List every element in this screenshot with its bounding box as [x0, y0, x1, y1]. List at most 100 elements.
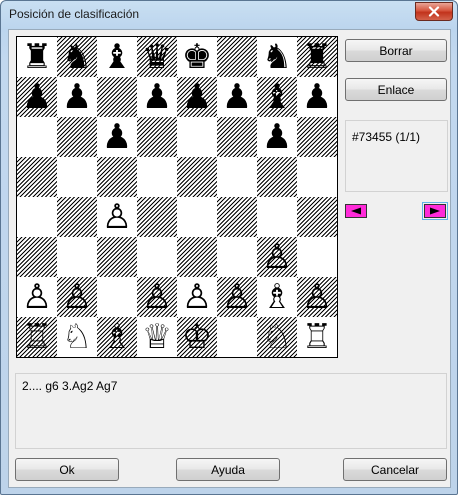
ok-button[interactable]: Ok — [15, 458, 119, 481]
white-king-icon[interactable]: ♔ — [177, 317, 217, 357]
square-g4[interactable] — [257, 197, 297, 237]
square-e8[interactable]: ♚ — [177, 37, 217, 77]
black-pawn-icon[interactable]: ♟ — [17, 77, 57, 117]
cancelar-button[interactable]: Cancelar — [343, 458, 447, 481]
chess-board[interactable]: ♜ ♞ ♝ ♛ ♚ ♞ ♜ ♟ ♟ ♟ ♟ ♟ ♝ ♟ ♟ ♟ ♙ ♙ ♙ ♙ ♙ ♙ ♙ ♗ ♙ ♖ ♘ ♗ ♕ ♔ ♘ ♖ — [16, 36, 338, 358]
borrar-button[interactable]: Borrar — [345, 39, 447, 62]
square-d1[interactable]: ♕ — [137, 317, 177, 357]
square-g6[interactable]: ♟ — [257, 117, 297, 157]
square-g8[interactable]: ♞ — [257, 37, 297, 77]
square-f1[interactable] — [217, 317, 257, 357]
black-pawn-icon[interactable]: ♟ — [97, 117, 137, 157]
square-f4[interactable] — [217, 197, 257, 237]
white-pawn-icon[interactable]: ♙ — [57, 277, 97, 317]
square-a6[interactable] — [17, 117, 57, 157]
white-pawn-icon[interactable]: ♙ — [217, 277, 257, 317]
square-f2[interactable]: ♙ — [217, 277, 257, 317]
square-f3[interactable] — [217, 237, 257, 277]
square-b4[interactable] — [57, 197, 97, 237]
title-bar[interactable]: Posición de clasificación — [1, 1, 457, 29]
white-bishop-icon[interactable]: ♗ — [97, 317, 137, 357]
white-pawn-icon[interactable]: ♙ — [97, 197, 137, 237]
square-h3[interactable] — [297, 237, 337, 277]
square-a2[interactable]: ♙ — [17, 277, 57, 317]
black-pawn-icon[interactable]: ♟ — [57, 77, 97, 117]
square-b1[interactable]: ♘ — [57, 317, 97, 357]
square-b6[interactable] — [57, 117, 97, 157]
square-a3[interactable] — [17, 237, 57, 277]
enlace-button[interactable]: Enlace — [345, 78, 447, 101]
white-rook-icon[interactable]: ♖ — [297, 317, 337, 357]
square-g7[interactable]: ♝ — [257, 77, 297, 117]
square-d4[interactable] — [137, 197, 177, 237]
square-f8[interactable] — [217, 37, 257, 77]
square-g5[interactable] — [257, 157, 297, 197]
square-e5[interactable] — [177, 157, 217, 197]
white-pawn-icon[interactable]: ♙ — [137, 277, 177, 317]
black-pawn-icon[interactable]: ♟ — [257, 117, 297, 157]
square-c4[interactable]: ♙ — [97, 197, 137, 237]
black-rook-icon[interactable]: ♜ — [297, 37, 337, 77]
black-queen-icon[interactable]: ♛ — [137, 37, 177, 77]
square-c6[interactable]: ♟ — [97, 117, 137, 157]
square-c1[interactable]: ♗ — [97, 317, 137, 357]
square-b7[interactable]: ♟ — [57, 77, 97, 117]
square-f5[interactable] — [217, 157, 257, 197]
white-knight-icon[interactable]: ♘ — [57, 317, 97, 357]
square-h6[interactable] — [297, 117, 337, 157]
square-c7[interactable] — [97, 77, 137, 117]
white-pawn-icon[interactable]: ♙ — [257, 237, 297, 277]
square-d7[interactable]: ♟ — [137, 77, 177, 117]
square-g1[interactable]: ♘ — [257, 317, 297, 357]
black-king-icon[interactable]: ♚ — [177, 37, 217, 77]
black-pawn-icon[interactable]: ♟ — [217, 77, 257, 117]
square-a1[interactable]: ♖ — [17, 317, 57, 357]
square-h2[interactable]: ♙ — [297, 277, 337, 317]
square-f6[interactable] — [217, 117, 257, 157]
square-a8[interactable]: ♜ — [17, 37, 57, 77]
square-c3[interactable] — [97, 237, 137, 277]
square-e3[interactable] — [177, 237, 217, 277]
white-queen-icon[interactable]: ♕ — [137, 317, 177, 357]
square-c8[interactable]: ♝ — [97, 37, 137, 77]
black-bishop-icon[interactable]: ♝ — [97, 37, 137, 77]
square-b8[interactable]: ♞ — [57, 37, 97, 77]
white-pawn-icon[interactable]: ♙ — [297, 277, 337, 317]
black-pawn-icon[interactable]: ♟ — [137, 77, 177, 117]
black-knight-icon[interactable]: ♞ — [257, 37, 297, 77]
square-c5[interactable] — [97, 157, 137, 197]
square-e7[interactable]: ♟ — [177, 77, 217, 117]
square-h4[interactable] — [297, 197, 337, 237]
black-bishop-icon[interactable]: ♝ — [257, 77, 297, 117]
square-d2[interactable]: ♙ — [137, 277, 177, 317]
white-pawn-icon[interactable]: ♙ — [177, 277, 217, 317]
black-pawn-icon[interactable]: ♟ — [297, 77, 337, 117]
square-f7[interactable]: ♟ — [217, 77, 257, 117]
square-h5[interactable] — [297, 157, 337, 197]
square-d5[interactable] — [137, 157, 177, 197]
square-a5[interactable] — [17, 157, 57, 197]
square-e4[interactable] — [177, 197, 217, 237]
white-pawn-icon[interactable]: ♙ — [17, 277, 57, 317]
square-d3[interactable] — [137, 237, 177, 277]
next-button[interactable] — [422, 202, 448, 220]
square-b3[interactable] — [57, 237, 97, 277]
close-button[interactable] — [415, 2, 453, 21]
square-c2[interactable] — [97, 277, 137, 317]
square-d8[interactable]: ♛ — [137, 37, 177, 77]
square-g2[interactable]: ♗ — [257, 277, 297, 317]
square-a7[interactable]: ♟ — [17, 77, 57, 117]
square-b2[interactable]: ♙ — [57, 277, 97, 317]
square-h8[interactable]: ♜ — [297, 37, 337, 77]
black-knight-icon[interactable]: ♞ — [57, 37, 97, 77]
white-rook-icon[interactable]: ♖ — [17, 317, 57, 357]
square-h1[interactable]: ♖ — [297, 317, 337, 357]
square-e6[interactable] — [177, 117, 217, 157]
square-b5[interactable] — [57, 157, 97, 197]
black-rook-icon[interactable]: ♜ — [17, 37, 57, 77]
previous-button[interactable] — [345, 204, 367, 218]
ayuda-button[interactable]: Ayuda — [176, 458, 280, 481]
square-e2[interactable]: ♙ — [177, 277, 217, 317]
square-a4[interactable] — [17, 197, 57, 237]
white-bishop-icon[interactable]: ♗ — [257, 277, 297, 317]
